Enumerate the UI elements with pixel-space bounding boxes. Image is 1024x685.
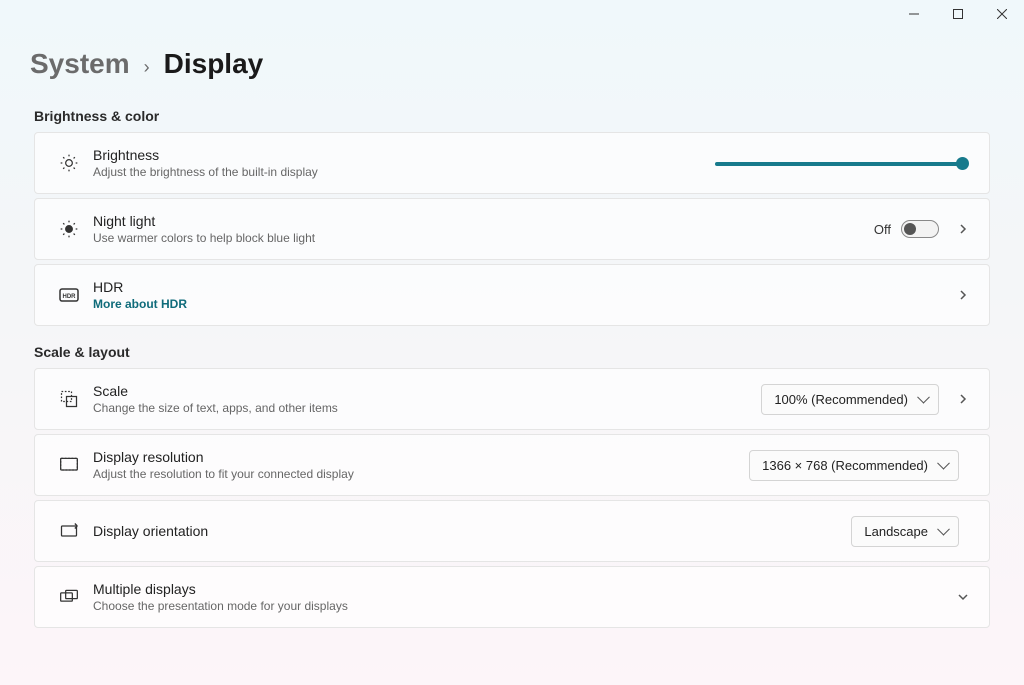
breadcrumb-parent[interactable]: System — [30, 48, 130, 80]
orientation-select[interactable]: Landscape — [851, 516, 959, 547]
orientation-icon — [51, 521, 87, 541]
multiple-displays-icon — [51, 587, 87, 607]
section-scale-layout-label: Scale & layout — [34, 344, 990, 360]
resolution-desc: Adjust the resolution to fit your connec… — [93, 467, 749, 481]
orientation-row: Display orientation Landscape — [34, 500, 990, 562]
brightness-title: Brightness — [93, 147, 715, 163]
brightness-row: Brightness Adjust the brightness of the … — [34, 132, 990, 194]
scale-title: Scale — [93, 383, 761, 399]
multiple-displays-title: Multiple displays — [93, 581, 953, 597]
night-light-state-label: Off — [874, 222, 891, 237]
scale-desc: Change the size of text, apps, and other… — [93, 401, 761, 415]
scale-select[interactable]: 100% (Recommended) — [761, 384, 939, 415]
page-title: Display — [164, 48, 264, 80]
night-light-icon — [51, 219, 87, 239]
multiple-displays-desc: Choose the presentation mode for your di… — [93, 599, 953, 613]
svg-text:HDR: HDR — [63, 294, 77, 300]
night-light-row[interactable]: Night light Use warmer colors to help bl… — [34, 198, 990, 260]
hdr-icon: HDR — [51, 288, 87, 302]
scale-row[interactable]: Scale Change the size of text, apps, and… — [34, 368, 990, 430]
close-button[interactable] — [980, 0, 1024, 28]
chevron-right-icon: › — [144, 57, 150, 78]
night-light-desc: Use warmer colors to help block blue lig… — [93, 231, 874, 245]
resolution-title: Display resolution — [93, 449, 749, 465]
resolution-select[interactable]: 1366 × 768 (Recommended) — [749, 450, 959, 481]
brightness-slider[interactable] — [715, 154, 965, 172]
chevron-right-icon — [953, 393, 973, 405]
breadcrumb: System › Display — [0, 0, 1024, 90]
sun-icon — [51, 153, 87, 173]
hdr-more-link[interactable]: More about HDR — [93, 297, 953, 311]
window-controls — [892, 0, 1024, 28]
chevron-right-icon — [953, 223, 973, 235]
night-light-title: Night light — [93, 213, 874, 229]
section-brightness-color-label: Brightness & color — [34, 108, 990, 124]
resolution-row: Display resolution Adjust the resolution… — [34, 434, 990, 496]
multiple-displays-row[interactable]: Multiple displays Choose the presentatio… — [34, 566, 990, 628]
brightness-desc: Adjust the brightness of the built-in di… — [93, 165, 715, 179]
chevron-right-icon — [953, 289, 973, 301]
hdr-row[interactable]: HDR HDR More about HDR — [34, 264, 990, 326]
hdr-title: HDR — [93, 279, 953, 295]
night-light-toggle[interactable] — [901, 220, 939, 238]
chevron-down-icon — [953, 591, 973, 603]
orientation-title: Display orientation — [93, 523, 851, 539]
minimize-button[interactable] — [892, 0, 936, 28]
scale-icon — [51, 389, 87, 409]
monitor-icon — [51, 455, 87, 475]
maximize-button[interactable] — [936, 0, 980, 28]
